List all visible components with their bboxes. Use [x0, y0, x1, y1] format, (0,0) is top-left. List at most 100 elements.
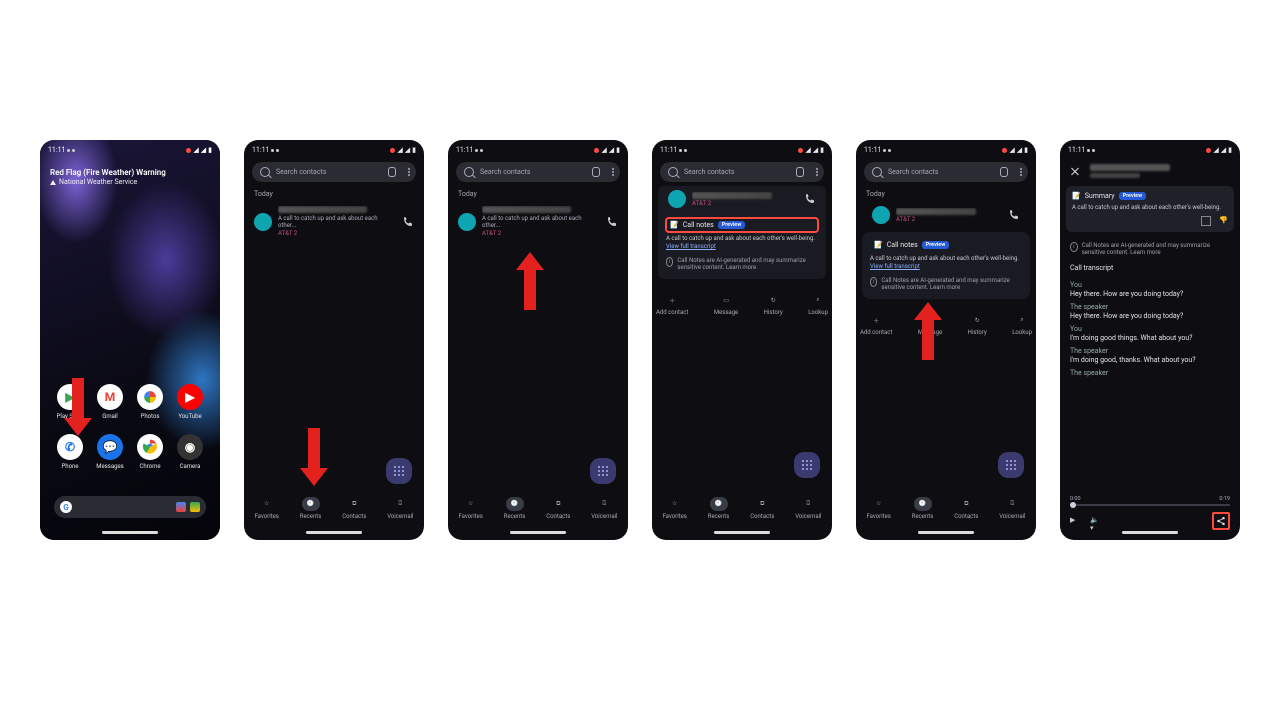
avatar — [668, 190, 686, 208]
gesture-bar[interactable] — [918, 531, 974, 534]
mic-icon[interactable] — [796, 167, 804, 177]
mic-icon[interactable] — [388, 167, 396, 177]
nav-voicemail[interactable]: ⌼Voicemail — [387, 497, 413, 520]
ai-disclaimer: iCall Notes are AI-generated and may sum… — [666, 257, 818, 271]
app-messages[interactable]: 💬Messages — [90, 434, 130, 470]
action-lookup[interactable]: ⌕Lookup — [808, 293, 828, 316]
play-icon[interactable]: ▶ — [1070, 516, 1080, 526]
call-notes-button[interactable]: 📝 Call notes Preview — [666, 218, 818, 232]
app-chrome[interactable]: Chrome — [130, 434, 170, 470]
phone-app-recents-list: 11:11 ◢◢▮ Search contacts Today A call t… — [244, 140, 424, 540]
call-notes-button[interactable]: 📝 Call notes Preview — [870, 238, 1022, 252]
app-gmail[interactable]: MGmail — [90, 384, 130, 420]
app-camera[interactable]: ◉Camera — [170, 434, 210, 470]
search-contacts-input[interactable]: Search contacts — [660, 162, 824, 182]
more-icon[interactable] — [408, 168, 410, 176]
view-transcript-link[interactable]: View full transcript — [870, 263, 920, 270]
dialpad-fab[interactable] — [998, 452, 1024, 478]
more-icon[interactable] — [612, 168, 614, 176]
bottom-nav: ☆Favorites 🕘Recents ⧉Contacts ⌼Voicemail — [652, 488, 832, 528]
gesture-bar[interactable] — [510, 531, 566, 534]
action-add-contact[interactable]: ＋Add contact — [656, 293, 688, 316]
gesture-bar[interactable] — [306, 531, 362, 534]
thumbs-down-icon[interactable]: 👎 — [1219, 216, 1228, 226]
preview-badge: Preview — [922, 241, 950, 249]
contact-name-redacted — [896, 208, 976, 215]
dialpad-fab[interactable] — [386, 458, 412, 484]
notification-card[interactable]: Red Flag (Fire Weather) Warning National… — [50, 168, 210, 187]
nav-favorites[interactable]: ☆Favorites — [458, 497, 482, 520]
wifi-icon: ◢ — [193, 146, 198, 154]
google-search-bar[interactable]: G — [54, 496, 206, 518]
action-message[interactable]: ▭Message — [714, 293, 738, 316]
bottom-nav: ☆Favorites 🕘Recents ⧉Contacts ⌼Voicemail — [856, 488, 1036, 528]
phone-icon[interactable] — [1008, 209, 1020, 221]
mic-icon[interactable] — [176, 502, 186, 512]
view-transcript-link[interactable]: View full transcript — [666, 243, 716, 250]
google-logo-icon: G — [60, 501, 72, 513]
mic-icon[interactable] — [592, 167, 600, 177]
contact-name-redacted — [278, 206, 367, 213]
summary-label: Summary — [1085, 192, 1115, 200]
notes-icon: 📝 — [670, 221, 679, 229]
phone-icon[interactable] — [402, 216, 414, 228]
call-notes-summary: A call to catch up and ask about each ot… — [870, 255, 1022, 271]
action-add-contact[interactable]: ＋Add contact — [860, 313, 892, 336]
search-contacts-input[interactable]: Search contacts — [864, 162, 1028, 182]
nav-favorites[interactable]: ☆Favorites — [866, 497, 890, 520]
nav-favorites[interactable]: ☆Favorites — [662, 497, 686, 520]
search-contacts-input[interactable]: Search contacts — [456, 162, 620, 182]
avatar — [254, 213, 272, 231]
nav-voicemail[interactable]: ⌼Voicemail — [795, 497, 821, 520]
action-lookup[interactable]: ⌕Lookup — [1012, 313, 1032, 336]
lens-icon[interactable] — [190, 502, 200, 512]
gesture-bar[interactable] — [714, 531, 770, 534]
contact-name-redacted — [692, 192, 772, 199]
nav-contacts[interactable]: ⧉Contacts — [546, 497, 570, 520]
app-youtube[interactable]: ▶YouTube — [170, 384, 210, 420]
call-entry[interactable]: A call to catch up and ask about each ot… — [244, 202, 424, 241]
status-bar: 11:11 ◢◢▮ — [1060, 140, 1240, 158]
dialpad-fab[interactable] — [794, 452, 820, 478]
call-entry-expanded[interactable]: AT&T 2 — [658, 186, 826, 212]
call-entry[interactable]: A call to catch up and ask about each ot… — [448, 202, 628, 241]
nav-recents[interactable]: 🕘Recents — [504, 497, 526, 520]
nav-recents[interactable]: 🕘Recents — [912, 497, 934, 520]
app-play-store[interactable]: ▶Play Store — [50, 384, 90, 420]
close-icon[interactable] — [1070, 166, 1080, 176]
nav-voicemail[interactable]: ⌼Voicemail — [999, 497, 1025, 520]
app-phone[interactable]: ✆Phone — [50, 434, 90, 470]
more-icon[interactable] — [816, 168, 818, 176]
search-icon — [872, 167, 882, 177]
copy-icon[interactable] — [1201, 216, 1211, 226]
section-today: Today — [448, 186, 628, 202]
share-button[interactable] — [1212, 512, 1230, 530]
nav-recents[interactable]: 🕘Recents — [708, 497, 730, 520]
nav-recents[interactable]: 🕘Recents — [300, 497, 322, 520]
action-history[interactable]: ↻History — [968, 313, 987, 336]
carrier-label: AT&T 2 — [278, 230, 396, 237]
app-photos[interactable]: Photos — [130, 384, 170, 420]
nav-favorites[interactable]: ☆Favorites — [254, 497, 278, 520]
nav-contacts[interactable]: ⧉Contacts — [750, 497, 774, 520]
gesture-bar[interactable] — [102, 531, 158, 534]
search-contacts-input[interactable]: Search contacts — [252, 162, 416, 182]
gesture-bar[interactable] — [1122, 531, 1178, 534]
nav-contacts[interactable]: ⧉Contacts — [954, 497, 978, 520]
seek-bar[interactable] — [1070, 504, 1230, 506]
dialpad-fab[interactable] — [590, 458, 616, 484]
phone-icon[interactable] — [804, 193, 816, 205]
mic-icon[interactable] — [1000, 167, 1008, 177]
seek-knob[interactable] — [1070, 502, 1076, 508]
transcript-header — [1060, 158, 1240, 184]
phone-call-detail-transcript-highlight: 11:11 ◢◢▮ Search contacts Today AT&T 2 📝… — [856, 140, 1036, 540]
speaker-output-icon[interactable]: 🔈▾ — [1090, 516, 1100, 526]
nav-voicemail[interactable]: ⌼Voicemail — [591, 497, 617, 520]
more-icon[interactable] — [1020, 168, 1022, 176]
action-message[interactable]: ▭Message — [918, 313, 942, 336]
status-bar: 11:11 ◢◢▮ — [652, 140, 832, 158]
nav-contacts[interactable]: ⧉Contacts — [342, 497, 366, 520]
action-history[interactable]: ↻History — [764, 293, 783, 316]
phone-icon[interactable] — [606, 216, 618, 228]
call-entry-expanded[interactable]: AT&T 2 — [862, 202, 1030, 228]
